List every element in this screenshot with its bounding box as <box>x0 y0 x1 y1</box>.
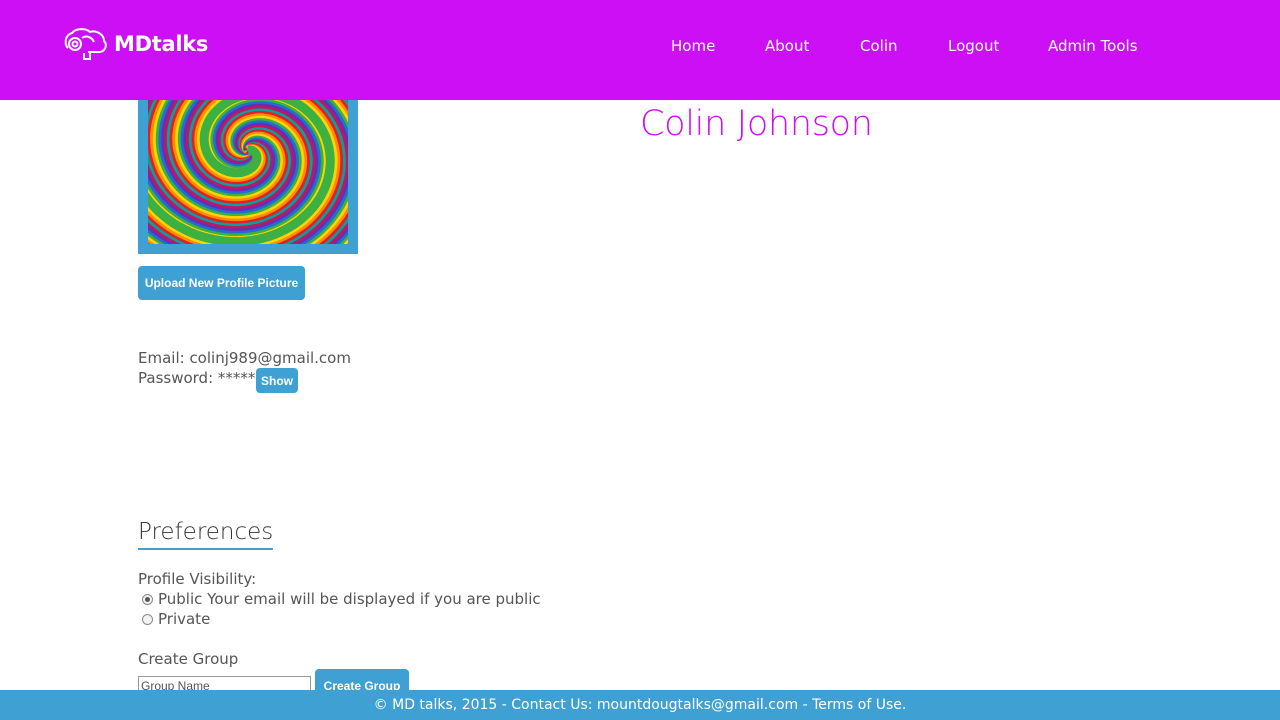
profile-image <box>148 90 348 244</box>
top-navbar: MDtalks Home About Colin Logout Admin To… <box>0 0 1280 100</box>
nav-admin-tools-link[interactable]: Admin Tools <box>1048 36 1138 56</box>
main-nav: Home About Colin Logout Admin Tools <box>0 36 1280 56</box>
footer: © MD talks, 2015 - Contact Us: mountdoug… <box>0 690 1280 720</box>
nav-logout-link[interactable]: Logout <box>948 36 999 56</box>
profile-picture <box>138 80 358 254</box>
nav-profile-link[interactable]: Colin <box>860 36 898 56</box>
visibility-private-option[interactable]: Private <box>142 610 210 628</box>
email-text: Email: colinj989@gmail.com <box>138 349 351 367</box>
upload-profile-picture-button[interactable]: Upload New Profile Picture <box>138 266 305 300</box>
private-radio[interactable] <box>142 613 153 625</box>
preferences-heading: Preferences <box>138 518 274 550</box>
show-password-button[interactable]: Show <box>256 368 298 393</box>
private-option-label: Private <box>158 610 211 628</box>
visibility-public-option[interactable]: Public Your email will be displayed if y… <box>142 590 541 608</box>
nav-home-link[interactable]: Home <box>671 36 715 56</box>
public-option-label: Public Your email will be displayed if y… <box>158 590 541 608</box>
public-radio[interactable] <box>142 593 153 605</box>
nav-about-link[interactable]: About <box>765 36 809 56</box>
profile-visibility-label: Profile Visibility: <box>138 570 257 588</box>
password-text: Password: ***** <box>138 369 256 387</box>
create-group-label: Create Group <box>138 650 239 668</box>
profile-name: Colin Johnson <box>640 104 873 144</box>
